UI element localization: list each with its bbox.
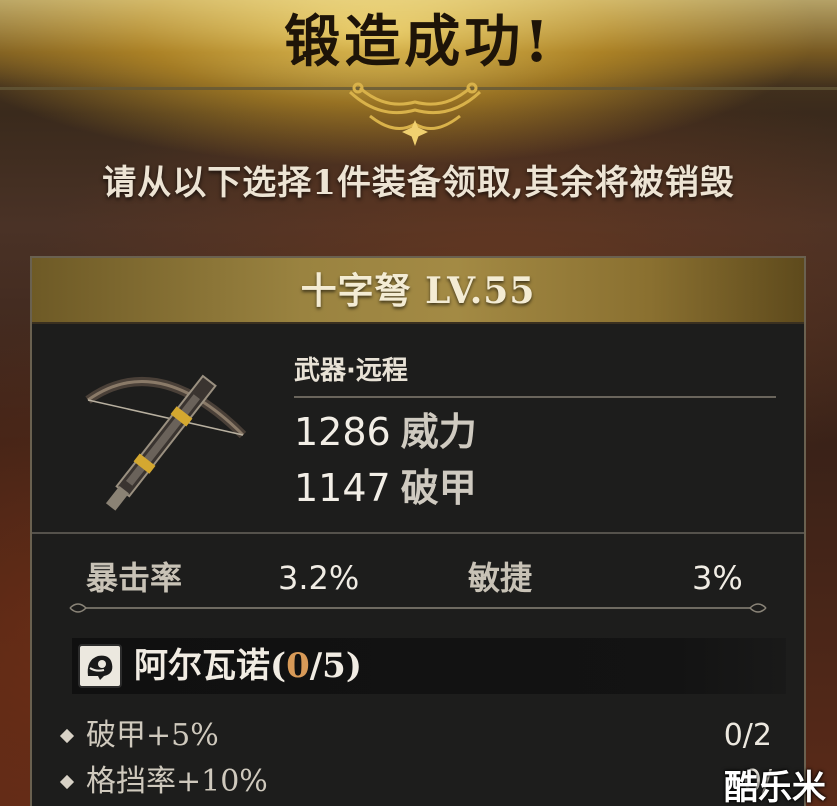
stat-armor-pierce-value: 1147 [294,466,391,510]
stat-power-value: 1286 [294,410,391,454]
attr-agility-value: 3% [692,559,743,597]
title-banner: 锻造成功! [0,0,837,90]
set-bonus-text: 破甲+5% [86,718,219,753]
attr-crit-label: 暴击率 [86,559,183,597]
item-type: 武器·远程 [294,356,408,386]
crossbow-icon [85,374,247,511]
instruction-text: 请从以下选择1件装备领取,其余将被销毁 [102,163,735,203]
set-bonus-progress: 0/2 [723,718,772,753]
attr-crit-value: 3.2% [278,559,360,597]
stat-power-label: 威力 [400,409,477,454]
item-name: 十字弩 LV.55 [32,258,804,324]
set-bonus-row: 破甲+5% 0/2 [59,716,782,756]
equipment-card[interactable]: 十字弩 LV.55 武器·远程 1286 威力 1147 破甲 暴击率 3.2% 敏… [30,256,806,806]
type-divider [294,396,776,398]
set-bonus-row: 格挡率+10% 0/ [59,762,782,802]
page-title: 锻造成功! [284,9,553,75]
stat-power: 1286 威力 [294,408,477,456]
section-divider [32,532,804,534]
bullet-icon [59,774,75,790]
set-emblem-icon [78,644,122,688]
crest-ornament-icon [348,82,482,146]
set-header[interactable]: 阿尔瓦诺(0/5) [72,638,786,694]
bullet-icon [59,728,75,744]
stat-armor-pierce: 1147 破甲 [294,464,477,512]
attr-agility-label: 敏捷 [468,559,533,597]
set-bonus-text: 格挡率+10% [86,764,268,799]
set-progress-current: 0 [286,646,310,686]
ornament-divider-icon [69,603,767,613]
set-name: 阿尔瓦诺(0/5) [134,646,362,686]
watermark-logo: 酷乐米 [724,768,826,806]
stat-armor-pierce-label: 破甲 [400,465,477,510]
